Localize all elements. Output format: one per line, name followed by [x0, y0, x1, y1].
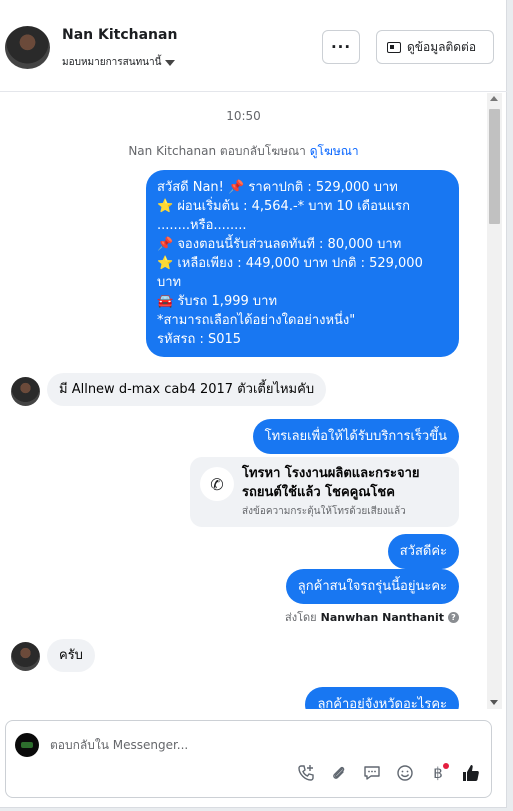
message-timestamp: 10:50 [226, 109, 261, 123]
ad-message-line: รหัสรถ : S015 [157, 332, 242, 347]
call-add-icon[interactable] [296, 763, 316, 783]
notification-dot [443, 763, 449, 769]
payment-baht-icon[interactable]: ฿ [428, 763, 449, 783]
like-thumb-icon[interactable] [461, 763, 481, 783]
ad-message-line: 🚘 รับรถ 1,999 บาท [157, 294, 278, 309]
conversation-header: Nan Kitchanan มอบหมายการสนทนานี้ ··· ดูข… [0, 0, 507, 92]
view-ad-link[interactable]: ดูโฆษณา [310, 144, 359, 158]
ad-message-line: บาท [157, 275, 182, 290]
call-request-card[interactable]: ✆ โทรหา โรงงานผลิตและกระจาย รถยนต์ใช้แล้… [190, 457, 459, 527]
thread-scrollbar[interactable] [487, 93, 502, 709]
reply-composer: ฿ [5, 720, 492, 798]
outgoing-message: โทรเลยเพื่อให้ได้รับบริการเร็วขึ้น [252, 419, 459, 454]
customer-avatar[interactable] [11, 377, 40, 406]
conversation-panel: Nan Kitchanan มอบหมายการสนทนานี้ ··· ดูข… [0, 0, 507, 808]
ad-message-line: 📌 จองตอนนี้รับส่วนลดทันที : 80,000 บาท [157, 237, 402, 252]
ad-message-line: ........หรือ........ [157, 218, 247, 233]
scroll-up-arrow-icon[interactable] [490, 96, 498, 101]
incoming-message: มี Allnew d-max cab4 2017 ตัวเตี้ยไหมคับ [47, 373, 327, 406]
ad-message-line: ⭐ ผ่อนเริ่มต้น : 4,564.-* บาท 10 เดือนแร… [157, 199, 411, 214]
scrollbar-thumb[interactable] [489, 109, 500, 224]
ad-message-line: ⭐ เหลือเพียง : 449,000 บาท ปกติ : 529,00… [157, 256, 423, 271]
ad-reply-notice: Nan Kitchanan ตอบกลับโฆษณา ดูโฆษณา [0, 142, 487, 161]
contact-avatar[interactable] [5, 26, 50, 69]
outgoing-message: สวัสดีค่ะ [387, 534, 459, 569]
contact-card-icon [387, 41, 401, 53]
sender-name: Nanwhan Nanthanit [320, 610, 444, 624]
call-card-title: โทรหา โรงงานผลิตและกระจาย รถยนต์ใช้แล้ว … [242, 466, 420, 500]
view-contact-info-label: ดูข้อมูลติดต่อ [407, 39, 477, 54]
message-thread[interactable]: 10:50 Nan Kitchanan ตอบกลับโฆษณา ดูโฆษณา… [0, 93, 487, 709]
sent-by-label: ส่งโดย Nanwhan Nanthanit ? [285, 608, 459, 626]
chevron-down-icon [165, 59, 176, 66]
outgoing-message: ลูกค้าอยู่จังหวัดอะไรคะ [305, 687, 459, 709]
attachment-icon[interactable] [329, 763, 349, 783]
assign-conversation-dropdown[interactable]: มอบหมายการสนทนานี้ [62, 55, 176, 70]
ad-message-line: สวัสดี Nan! 📌 ราคาปกติ : 529,000 บาท [157, 180, 398, 195]
reply-input[interactable] [50, 735, 470, 755]
assign-label: มอบหมายการสนทนานี้ [62, 57, 162, 68]
saved-replies-icon[interactable] [362, 763, 382, 783]
page-avatar [15, 733, 39, 757]
ad-message-line: *สามารถเลือกได้อย่างใดอย่างหนึ่ง" [157, 313, 356, 328]
composer-toolbar: ฿ [296, 763, 481, 783]
emoji-icon[interactable] [395, 763, 415, 783]
call-card-subtitle: ส่งข้อความกระตุ้นให้โทรด้วยเสียงแล้ว [242, 506, 406, 517]
customer-avatar[interactable] [11, 642, 40, 671]
ad-reply-text: Nan Kitchanan ตอบกลับโฆษณา [128, 144, 306, 158]
outgoing-message: ลูกค้าสนใจรถรุ่นนี้อยู่นะคะ [285, 569, 459, 604]
scroll-down-arrow-icon[interactable] [490, 700, 498, 705]
sent-by-prefix: ส่งโดย [285, 611, 317, 624]
help-icon[interactable]: ? [448, 611, 459, 623]
more-options-button[interactable]: ··· [322, 30, 360, 64]
contact-name[interactable]: Nan Kitchanan [62, 27, 177, 43]
incoming-message: ครับ [47, 639, 95, 672]
outgoing-ad-message: สวัสดี Nan! 📌 ราคาปกติ : 529,000 บาท ⭐ ผ… [146, 170, 459, 357]
phone-icon: ✆ [200, 467, 234, 501]
view-contact-info-button[interactable]: ดูข้อมูลติดต่อ [376, 30, 494, 64]
